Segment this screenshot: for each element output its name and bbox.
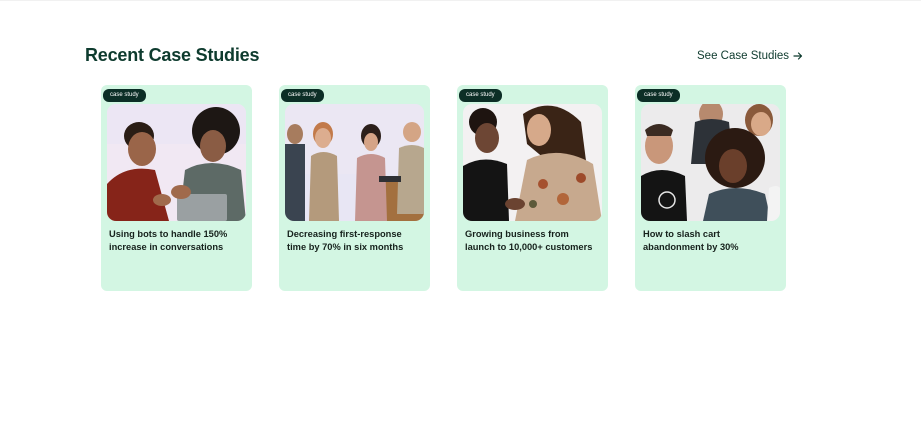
see-case-studies-label: See Case Studies — [697, 50, 790, 62]
case-study-badge: case study — [459, 89, 502, 102]
case-study-image — [107, 104, 246, 221]
case-study-title: How to slash cart abandonment by 30% — [643, 229, 739, 252]
case-study-badge: case study — [637, 89, 680, 102]
case-study-card[interactable]: case study How to slash cart abandonment… — [635, 85, 786, 291]
case-study-image — [641, 104, 780, 221]
top-divider — [0, 0, 921, 1]
case-study-card[interactable]: case study Decreasing first-response tim… — [279, 85, 430, 291]
case-study-title: Growing business from launch to 10,000+ … — [465, 229, 593, 252]
case-study-badge: case study — [281, 89, 324, 102]
case-study-badge: case study — [103, 89, 146, 102]
case-study-image — [463, 104, 602, 221]
case-study-card[interactable]: case study Growing business from launch … — [457, 85, 608, 291]
see-case-studies-link[interactable]: See Case Studies — [697, 50, 803, 62]
case-study-image — [285, 104, 424, 221]
arrow-right-icon — [793, 52, 803, 60]
case-study-title: Using bots to handle 150% increase in co… — [109, 229, 228, 252]
case-study-title: Decreasing first-response time by 70% in… — [287, 229, 404, 252]
section-title: Recent Case Studies — [85, 45, 260, 65]
case-study-card[interactable]: case study Using bots to handle 150% inc… — [101, 85, 252, 291]
